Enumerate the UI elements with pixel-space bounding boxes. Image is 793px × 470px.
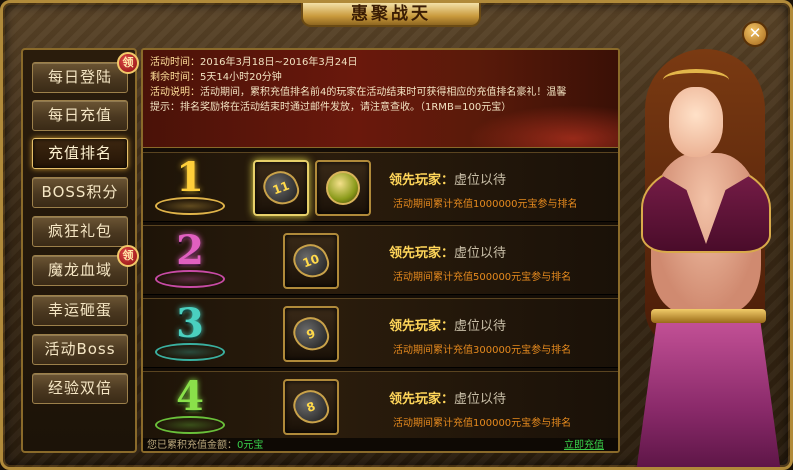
leader-player: 领先玩家：虚位以待 bbox=[389, 392, 507, 407]
gem-stone-icon: 10 bbox=[289, 239, 333, 283]
sidebar-item-label: 幸运砸蛋 bbox=[47, 301, 112, 319]
sidebar-item-8[interactable]: 经验双倍 bbox=[32, 373, 128, 404]
sidebar-item-4[interactable]: 疯狂礼包 bbox=[32, 216, 128, 247]
event-window: 惠聚战天 ✕ 每日登陆领每日充值 充值排名 BOSS积分 疯狂礼包 魔龙血域领幸运砸蛋活… bbox=[0, 0, 793, 470]
leader-player: 领先玩家：虚位以待 bbox=[389, 246, 507, 261]
rank-requirement: 活动期间累计充值100000元宝参与排名 bbox=[393, 418, 572, 429]
sidebar-item-label: 疯狂礼包 bbox=[47, 222, 112, 240]
sidebar-item-7[interactable]: 活动Boss bbox=[32, 334, 128, 365]
sidebar-item-2[interactable]: 充值排名 bbox=[32, 138, 128, 169]
sidebar-item-label: BOSS积分 bbox=[41, 183, 119, 201]
sidebar-item-5[interactable]: 魔龙血域 bbox=[32, 255, 128, 286]
close-button[interactable]: ✕ bbox=[742, 21, 768, 47]
gift-decoration bbox=[468, 105, 618, 147]
gem-stone-icon: 8 bbox=[289, 385, 333, 429]
event-remaining: 剩余时间：5天14小时20分钟 bbox=[150, 72, 282, 83]
claim-badge-icon: 领 bbox=[117, 52, 139, 74]
rank-requirement: 活动期间累计充值1000000元宝参与排名 bbox=[393, 199, 578, 210]
rank-number: 3 bbox=[176, 300, 204, 347]
sidebar-item-label: 每日充值 bbox=[47, 106, 112, 124]
reward-item-slot[interactable]: 8 bbox=[283, 379, 339, 435]
rank-row: 2 10 领先玩家：虚位以待活动期间累计充值500000元宝参与排名 bbox=[143, 225, 618, 295]
rank-row: 1 11 领先玩家：虚位以待 活动期间累计充值1000000元宝参与排名 bbox=[143, 152, 618, 222]
rank-number: 4 bbox=[176, 373, 204, 420]
crown-art bbox=[663, 69, 729, 91]
rank-number: 2 bbox=[176, 227, 204, 274]
event-description: 活动说明：活动期间，累积充值排名前4的玩家在活动结束时可获得相应的充值排名豪礼！… bbox=[150, 87, 567, 98]
gem-stone-icon: 9 bbox=[289, 312, 333, 356]
sidebar-item-label: 经验双倍 bbox=[47, 379, 112, 397]
sidebar-item-label: 活动Boss bbox=[44, 340, 116, 358]
gem-stone-icon: 11 bbox=[259, 166, 303, 210]
reward-item-slot[interactable]: 10 bbox=[283, 233, 339, 289]
sidebar-item-label: 充值排名 bbox=[47, 144, 112, 162]
leader-player: 领先玩家：虚位以待 bbox=[389, 319, 507, 334]
rank-row: 4 8 领先玩家：虚位以待活动期间累计充值100000元宝参与排名 bbox=[143, 371, 618, 441]
skirt-art bbox=[636, 313, 781, 467]
claim-badge-icon: 领 bbox=[117, 245, 139, 267]
reward-item-slot[interactable]: 9 bbox=[283, 306, 339, 362]
recharge-now-link[interactable]: 立即充值 bbox=[564, 438, 604, 451]
sidebar-item-3[interactable]: BOSS积分 bbox=[32, 177, 128, 208]
rank-requirement: 活动期间累计充值300000元宝参与排名 bbox=[393, 345, 572, 356]
footer-bar: 您已累积充值金额：0元宝 立即充值 bbox=[143, 438, 618, 451]
main-panel: 活动时间：2016年3月18日~2016年3月24日 剩余时间：5天14小时20… bbox=[141, 48, 620, 453]
sidebar-item-label: 魔龙血域 bbox=[47, 261, 112, 279]
rank-number: 1 bbox=[176, 154, 204, 201]
face-art bbox=[669, 87, 723, 157]
reward-item-slot[interactable]: 11 bbox=[253, 160, 309, 216]
event-time: 活动时间：2016年3月18日~2016年3月24日 bbox=[150, 57, 358, 68]
rank-requirement: 活动期间累计充值500000元宝参与排名 bbox=[393, 272, 572, 283]
reward-item-slot[interactable] bbox=[315, 160, 371, 216]
window-title: 惠聚战天 bbox=[301, 3, 481, 27]
leader-player: 领先玩家：虚位以待 bbox=[389, 173, 507, 188]
rank-row: 3 9 领先玩家：虚位以待活动期间累计充值300000元宝参与排名 bbox=[143, 298, 618, 368]
golden-orb-icon bbox=[326, 171, 360, 205]
sidebar: 每日登陆领每日充值 充值排名 BOSS积分 疯狂礼包 魔龙血域领幸运砸蛋 活动Boss 经验… bbox=[21, 48, 139, 453]
character-portrait bbox=[621, 33, 790, 467]
sidebar-item-label: 每日登陆 bbox=[47, 68, 112, 86]
event-info: 活动时间：2016年3月18日~2016年3月24日 剩余时间：5天14小时20… bbox=[143, 50, 618, 148]
sidebar-item-1[interactable]: 每日充值 bbox=[32, 100, 128, 131]
sidebar-item-6[interactable]: 幸运砸蛋 bbox=[32, 295, 128, 326]
belt-art bbox=[651, 309, 766, 323]
total-recharge: 您已累积充值金额：0元宝 bbox=[147, 440, 264, 451]
sidebar-item-0[interactable]: 每日登陆 bbox=[32, 62, 128, 93]
